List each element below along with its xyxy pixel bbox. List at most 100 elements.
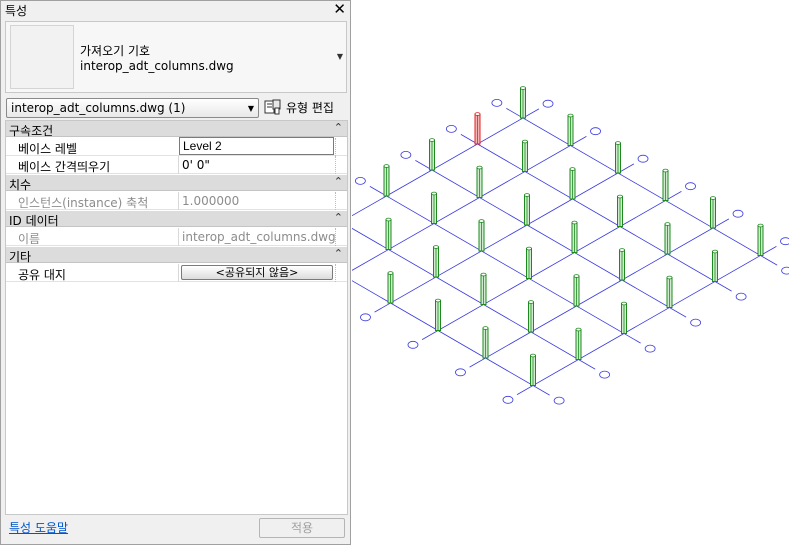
column-cap bbox=[666, 275, 673, 280]
3d-view-canvas[interactable] bbox=[352, 0, 789, 545]
row-gutter bbox=[335, 264, 347, 282]
edit-type-label: 유형 편집 bbox=[286, 101, 334, 115]
instance-filter-dropdown[interactable]: interop_adt_columns.dwg (1) ▼ bbox=[6, 98, 259, 118]
grid-bubble bbox=[553, 396, 565, 405]
column-divider bbox=[178, 228, 179, 246]
grid-bubble bbox=[732, 209, 744, 218]
properties-grid: 구속조건 ⌃ 베이스 레벨 베이스 간격띄우기 0' 0" 치수 ⌃ 인스턴스(… bbox=[5, 120, 348, 515]
type-selector[interactable]: 가져오기 기호 interop_adt_columns.dwg ▼ bbox=[5, 21, 347, 93]
grid-bubble bbox=[690, 318, 702, 327]
grid-bubble bbox=[780, 237, 789, 246]
name-value: interop_adt_columns.dwg bbox=[182, 230, 336, 244]
property-name: 인스턴스(instance) 축척 bbox=[18, 196, 149, 210]
grid-line bbox=[421, 191, 682, 340]
column-cap bbox=[662, 168, 669, 173]
column-divider bbox=[178, 264, 179, 282]
column-cap bbox=[431, 191, 437, 196]
type-preview-image bbox=[10, 25, 74, 89]
column-cap bbox=[522, 139, 528, 144]
group-label: 치수 bbox=[9, 178, 32, 192]
row-gutter bbox=[335, 192, 347, 210]
property-row-name: 이름 interop_adt_columns.dwg bbox=[6, 228, 347, 246]
group-label: 기타 bbox=[9, 250, 32, 264]
property-row-base-offset: 베이스 간격띄우기 0' 0" bbox=[6, 156, 347, 174]
collapse-icon[interactable]: ⌃ bbox=[334, 247, 343, 260]
base-offset-value[interactable]: 0' 0" bbox=[182, 158, 210, 172]
property-row-instance-scale: 인스턴스(instance) 축척 1.000000 bbox=[6, 192, 347, 210]
row-gutter bbox=[335, 138, 347, 156]
group-label: ID 데이터 bbox=[9, 214, 59, 228]
column-cap bbox=[474, 112, 481, 116]
grid-line bbox=[352, 136, 587, 271]
grid-bubble bbox=[455, 368, 466, 377]
palette-title: 특성 bbox=[5, 4, 28, 18]
property-row-shared-site: 공유 대지 <공유되지 않음> bbox=[6, 264, 347, 282]
grid-bubble bbox=[644, 344, 656, 353]
property-name: 이름 bbox=[18, 232, 41, 246]
grid-bubble bbox=[685, 182, 696, 191]
property-name: 공유 대지 bbox=[18, 268, 66, 282]
column-cap bbox=[520, 86, 526, 90]
grid-line bbox=[352, 280, 550, 396]
chevron-down-icon[interactable]: ▼ bbox=[248, 104, 254, 113]
column-cap bbox=[615, 141, 621, 145]
group-constraints[interactable]: 구속조건 ⌃ bbox=[6, 121, 347, 138]
column-cap bbox=[757, 223, 764, 228]
column-cap bbox=[478, 219, 485, 223]
type-family-label: 가져오기 기호 bbox=[80, 44, 151, 58]
group-identity-data[interactable]: ID 데이터 ⌃ bbox=[6, 211, 347, 228]
column-cap bbox=[619, 248, 625, 252]
grid-bubble bbox=[407, 340, 419, 349]
column-cap bbox=[571, 220, 578, 225]
grid-line bbox=[352, 108, 540, 217]
grid-bubble bbox=[590, 127, 601, 136]
grid-bubble bbox=[502, 395, 514, 404]
properties-help-link[interactable]: 특성 도움말 bbox=[9, 519, 68, 536]
grid-bubble bbox=[637, 154, 649, 163]
grid-bubble bbox=[400, 150, 412, 159]
instance-filter-value: interop_adt_columns.dwg (1) bbox=[11, 101, 186, 115]
column-cap bbox=[433, 245, 439, 249]
collapse-icon[interactable]: ⌃ bbox=[334, 175, 343, 188]
edit-type-icon bbox=[264, 99, 281, 115]
grid-bubble bbox=[354, 176, 366, 185]
grid-line bbox=[374, 163, 635, 313]
type-name-label: interop_adt_columns.dwg bbox=[80, 59, 234, 73]
grid-bubble bbox=[542, 99, 554, 108]
column-cap bbox=[710, 196, 716, 200]
close-icon[interactable]: ✕ bbox=[333, 0, 346, 18]
property-name: 베이스 레벨 bbox=[18, 142, 78, 156]
row-gutter bbox=[335, 156, 347, 174]
collapse-icon[interactable]: ⌃ bbox=[334, 211, 343, 224]
column-cap bbox=[429, 138, 435, 142]
group-dimensions[interactable]: 치수 ⌃ bbox=[6, 175, 347, 192]
instance-scale-value: 1.000000 bbox=[182, 194, 240, 208]
column-cap bbox=[621, 301, 627, 306]
column-cap bbox=[387, 271, 394, 275]
grid-line bbox=[516, 246, 777, 395]
column-cap bbox=[569, 167, 576, 171]
column-divider bbox=[178, 192, 179, 210]
chevron-down-icon[interactable]: ▼ bbox=[337, 52, 343, 61]
edit-type-button[interactable]: 유형 편집 bbox=[264, 98, 344, 118]
column-cap bbox=[712, 249, 718, 254]
grid-line bbox=[506, 108, 778, 266]
property-row-base-level: 베이스 레벨 bbox=[6, 137, 347, 156]
base-level-field[interactable] bbox=[179, 137, 334, 155]
column-cap bbox=[528, 300, 534, 304]
column-cap bbox=[526, 246, 532, 251]
column-cap bbox=[524, 193, 530, 197]
row-gutter bbox=[335, 228, 347, 246]
group-other[interactable]: 기타 ⌃ bbox=[6, 247, 347, 264]
column-cap bbox=[385, 217, 392, 222]
column-divider bbox=[178, 156, 179, 174]
collapse-icon[interactable]: ⌃ bbox=[334, 121, 343, 134]
column-cap bbox=[573, 274, 580, 278]
grid-bubble bbox=[491, 98, 503, 107]
column-cap bbox=[664, 222, 671, 226]
palette-title-bar[interactable]: 특성 ✕ bbox=[1, 0, 350, 19]
shared-site-button[interactable]: <공유되지 않음> bbox=[181, 265, 333, 280]
properties-palette: 특성 ✕ 가져오기 기호 interop_adt_columns.dwg ▼ i… bbox=[0, 0, 351, 545]
grid-bubble bbox=[735, 292, 747, 301]
apply-button[interactable]: 적용 bbox=[259, 518, 345, 538]
